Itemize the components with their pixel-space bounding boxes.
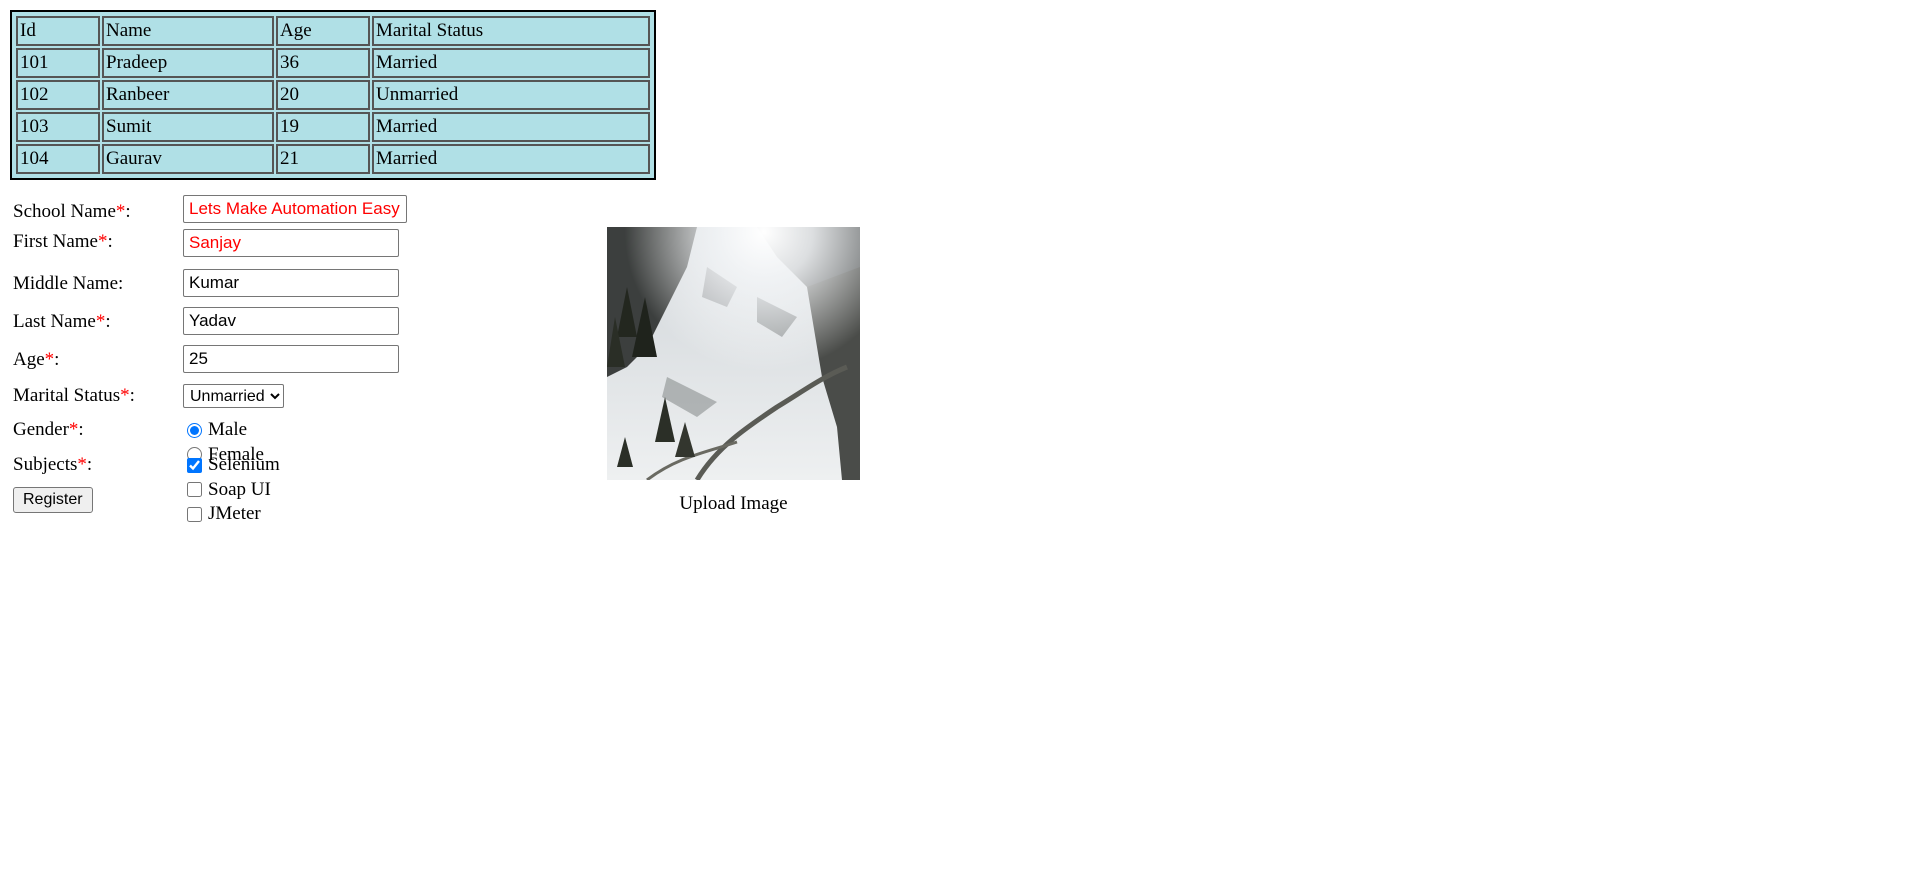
cell-id: 102: [16, 80, 100, 110]
cell-name: Gaurav: [102, 144, 274, 174]
required-mark: *: [68, 419, 79, 440]
image-caption: Upload Image: [679, 493, 788, 514]
middle-name-label: Middle Name:: [13, 273, 124, 294]
marital-status-label: Marital Status*:: [13, 385, 135, 406]
cell-age: 20: [276, 80, 370, 110]
subject-selenium-label: Selenium: [208, 454, 280, 475]
age-row: Age*:: [13, 343, 399, 381]
school-name-input[interactable]: [183, 195, 407, 223]
school-name-label: School Name*:: [13, 201, 131, 222]
age-input[interactable]: [183, 345, 399, 373]
required-mark: *: [120, 385, 130, 406]
registration-form: School Name*: First Name*: Middle Name: …: [13, 195, 407, 525]
school-name-row: School Name*:: [13, 195, 407, 229]
first-name-input[interactable]: [183, 229, 399, 257]
cell-marital-status: Married: [372, 112, 650, 142]
people-table-frame: Id Name Age Marital Status 101 Pradeep 3…: [10, 10, 656, 180]
first-name-row: First Name*:: [13, 229, 399, 267]
subject-soapui-label: Soap UI: [208, 478, 271, 500]
marital-status-select[interactable]: Unmarried: [183, 384, 284, 408]
subject-selenium-checkbox[interactable]: [187, 457, 202, 473]
header-id: Id: [16, 16, 100, 46]
cell-marital-status: Married: [372, 144, 650, 174]
register-button[interactable]: Register: [13, 487, 93, 513]
cell-name: Ranbeer: [102, 80, 274, 110]
cell-marital-status: Married: [372, 48, 650, 78]
register-row: Register: [13, 487, 93, 525]
landscape-image-icon: [607, 227, 860, 480]
gender-option-male[interactable]: Male: [183, 419, 247, 441]
last-name-input[interactable]: [183, 307, 399, 335]
subject-option-selenium[interactable]: Selenium: [183, 454, 280, 476]
required-mark: *: [115, 201, 126, 222]
required-mark: *: [97, 231, 108, 252]
last-name-label: Last Name*:: [13, 311, 111, 332]
cell-name: Sumit: [102, 112, 274, 142]
subject-soapui-checkbox[interactable]: [187, 482, 202, 497]
header-marital-status: Marital Status: [372, 16, 650, 46]
cell-id: 103: [16, 112, 100, 142]
marital-status-row: Marital Status*: Unmarried: [13, 381, 284, 416]
table-row: 104 Gaurav 21 Married: [16, 144, 650, 174]
subjects-label: Subjects*:: [13, 454, 93, 475]
cell-age: 36: [276, 48, 370, 78]
gender-male-radio[interactable]: [187, 422, 202, 438]
table-row: 103 Sumit 19 Married: [16, 112, 650, 142]
table-row: 102 Ranbeer 20 Unmarried: [16, 80, 650, 110]
middle-name-row: Middle Name:: [13, 267, 399, 305]
gender-label: Gender*:: [13, 419, 84, 440]
required-mark: *: [95, 311, 106, 332]
people-table: Id Name Age Marital Status 101 Pradeep 3…: [14, 14, 652, 176]
subject-option-soapui[interactable]: Soap UI: [183, 479, 271, 501]
cell-id: 104: [16, 144, 100, 174]
cell-age: 21: [276, 144, 370, 174]
last-name-row: Last Name*:: [13, 305, 399, 343]
subjects-row: Subjects*: Selenium Soap UI JMeter: [13, 451, 280, 524]
header-age: Age: [276, 16, 370, 46]
age-label: Age*:: [13, 349, 60, 370]
first-name-label: First Name*:: [13, 231, 113, 252]
cell-name: Pradeep: [102, 48, 274, 78]
snowy-mountain-photo: [607, 227, 860, 480]
gender-row: Gender*: Male Female: [13, 416, 264, 465]
required-mark: *: [77, 454, 87, 475]
required-mark: *: [44, 349, 55, 370]
subject-jmeter-checkbox[interactable]: [187, 506, 202, 522]
gender-male-label: Male: [208, 419, 248, 440]
cell-age: 19: [276, 112, 370, 142]
cell-marital-status: Unmarried: [372, 80, 650, 110]
header-name: Name: [102, 16, 274, 46]
middle-name-input[interactable]: [183, 269, 399, 297]
subject-option-jmeter[interactable]: JMeter: [183, 503, 261, 525]
table-row: 101 Pradeep 36 Married: [16, 48, 650, 78]
table-header-row: Id Name Age Marital Status: [16, 16, 650, 46]
cell-id: 101: [16, 48, 100, 78]
subject-jmeter-label: JMeter: [208, 503, 261, 524]
